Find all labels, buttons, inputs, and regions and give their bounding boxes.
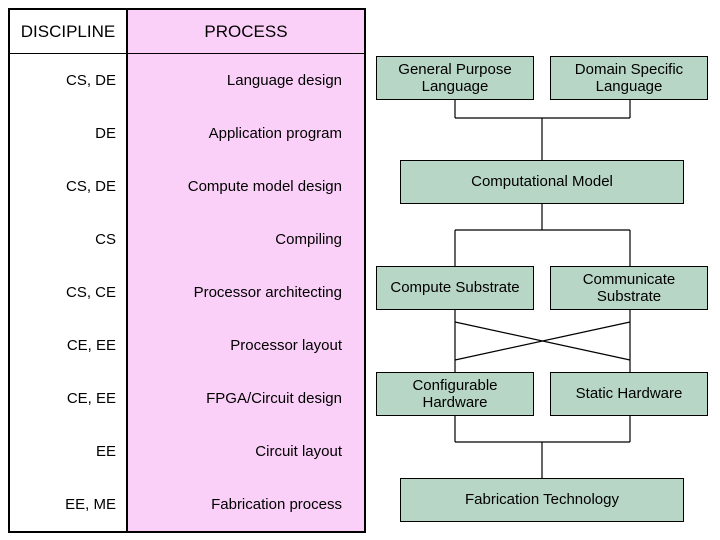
box-computational-model: Computational Model	[400, 160, 684, 204]
process-cell: FPGA/Circuit design	[128, 372, 364, 425]
discipline-cell: CE, EE	[10, 319, 126, 372]
process-cell: Language design	[128, 54, 364, 107]
box-fabrication-technology: Fabrication Technology	[400, 478, 684, 522]
process-cell: Compiling	[128, 213, 364, 266]
process-cell: Application program	[128, 107, 364, 160]
box-compute-substrate: Compute Substrate	[376, 266, 534, 310]
process-cell: Fabrication process	[128, 478, 364, 531]
discipline-cell: CS, CE	[10, 266, 126, 319]
process-cell: Processor layout	[128, 319, 364, 372]
box-communicate-substrate: Communicate Substrate	[550, 266, 708, 310]
discipline-header: DISCIPLINE	[10, 10, 126, 54]
discipline-column: DISCIPLINE CS, DE DE CS, DE CS CS, CE CE…	[8, 8, 128, 533]
process-cell: Circuit layout	[128, 425, 364, 478]
discipline-cell: CS, DE	[10, 160, 126, 213]
process-header: PROCESS	[128, 10, 364, 54]
process-column: PROCESS Language design Application prog…	[126, 8, 366, 533]
process-cell: Processor architecting	[128, 266, 364, 319]
discipline-cell: EE, ME	[10, 478, 126, 531]
discipline-cell: EE	[10, 425, 126, 478]
process-cell: Compute model design	[128, 160, 364, 213]
discipline-cell: CS	[10, 213, 126, 266]
discipline-cell: DE	[10, 107, 126, 160]
box-general-purpose-language: General Purpose Language	[376, 56, 534, 100]
discipline-cell: CE, EE	[10, 372, 126, 425]
discipline-cell: CS, DE	[10, 54, 126, 107]
box-configurable-hardware: Configurable Hardware	[376, 372, 534, 416]
box-domain-specific-language: Domain Specific Language	[550, 56, 708, 100]
box-static-hardware: Static Hardware	[550, 372, 708, 416]
